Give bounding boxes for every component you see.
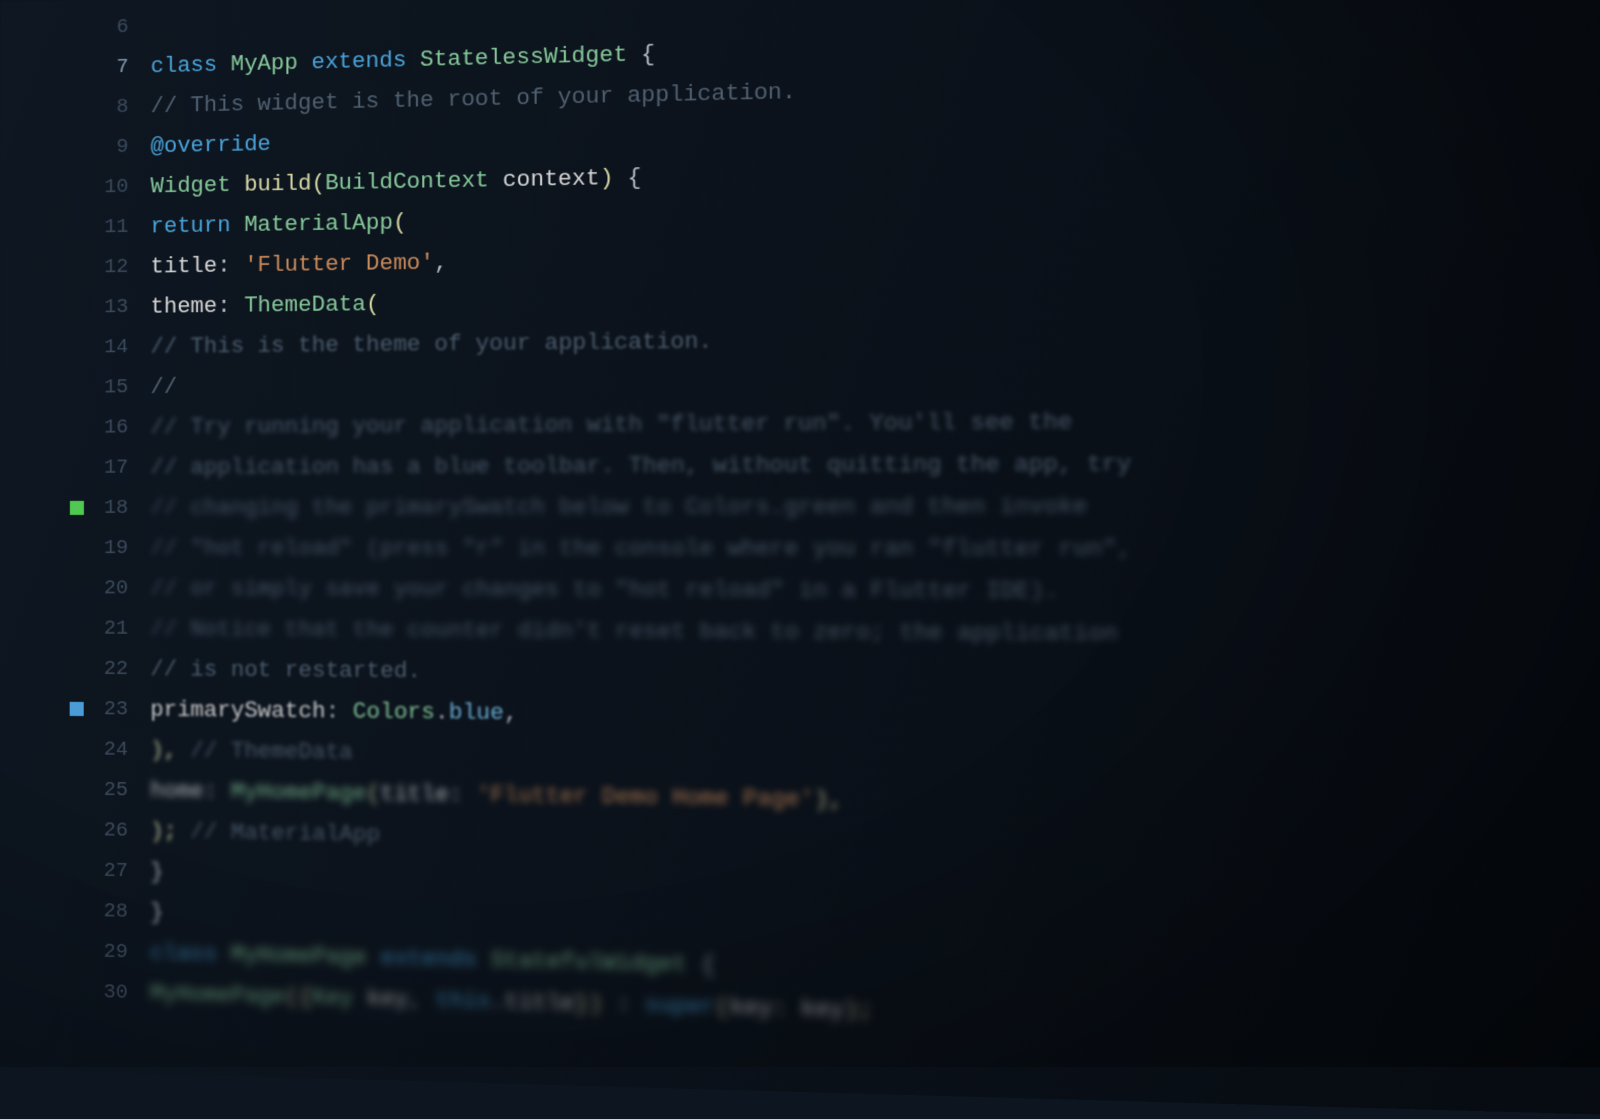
code-line[interactable]: // "hot reload" (press "r" in the consol… bbox=[150, 527, 1600, 571]
line-number: 23 bbox=[104, 698, 128, 721]
line-number: 14 bbox=[104, 336, 128, 359]
code-line[interactable]: // or simply save your changes to "hot r… bbox=[150, 568, 1600, 615]
line-number: 18 bbox=[104, 496, 128, 519]
line-number: 6 bbox=[116, 15, 128, 38]
line-number: 19 bbox=[104, 537, 128, 560]
line-number: 13 bbox=[104, 295, 128, 318]
line-number: 12 bbox=[104, 255, 128, 278]
line-number: 9 bbox=[116, 135, 128, 158]
line-number: 24 bbox=[104, 738, 128, 761]
line-number: 29 bbox=[104, 940, 128, 964]
code-area[interactable]: class MyApp extends StatelessWidget { //… bbox=[150, 0, 1600, 1119]
modification-marker-icon bbox=[70, 702, 84, 716]
line-number: 8 bbox=[116, 95, 128, 118]
modification-marker-icon bbox=[70, 501, 84, 515]
line-number: 11 bbox=[104, 215, 128, 238]
code-line[interactable]: // application has a blue toolbar. Then,… bbox=[150, 440, 1600, 487]
line-number: 28 bbox=[104, 900, 128, 924]
gutter: 6 7 8 9 10 11 12 13 14 15 16 17 18 19 20… bbox=[0, 6, 151, 1073]
code-line[interactable]: // changing the primarySwatch below to C… bbox=[150, 484, 1600, 528]
line-number: 20 bbox=[104, 577, 128, 600]
line-number: 21 bbox=[104, 617, 128, 640]
line-number: 25 bbox=[104, 778, 128, 802]
line-number: 17 bbox=[104, 456, 128, 479]
line-number: 22 bbox=[104, 657, 128, 680]
line-number: 30 bbox=[104, 981, 128, 1005]
line-number: 7 bbox=[116, 55, 128, 78]
line-number: 15 bbox=[104, 376, 128, 399]
line-number: 26 bbox=[104, 819, 128, 843]
code-editor[interactable]: 6 7 8 9 10 11 12 13 14 15 16 17 18 19 20… bbox=[0, 0, 1600, 1119]
line-number: 10 bbox=[104, 175, 128, 198]
line-number: 27 bbox=[104, 859, 128, 883]
line-number: 16 bbox=[104, 416, 128, 439]
